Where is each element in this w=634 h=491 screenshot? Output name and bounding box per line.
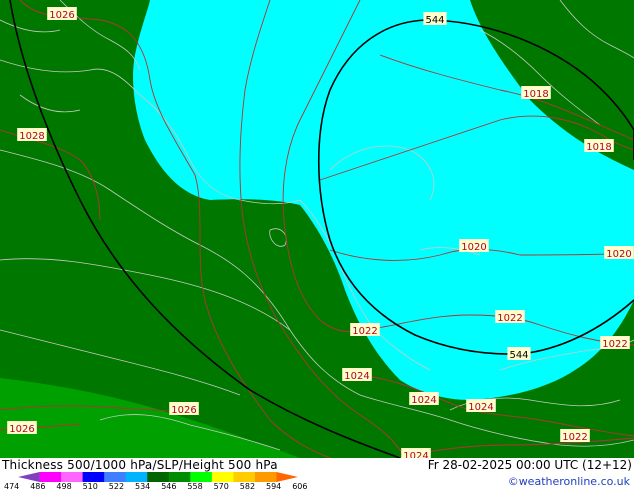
- isobar-label: 1028: [17, 128, 47, 142]
- svg-text:1024: 1024: [411, 395, 436, 406]
- svg-text:1022: 1022: [497, 313, 522, 324]
- isobar-label: 1024: [342, 368, 372, 382]
- svg-text:1026: 1026: [49, 10, 74, 21]
- map-footer: Thickness 500/1000 hPa/SLP/Height 500 hP…: [0, 458, 634, 491]
- svg-text:1020: 1020: [606, 249, 631, 260]
- credit-link[interactable]: ©weatheronline.co.uk: [508, 475, 630, 488]
- colorbar-segment: [125, 472, 148, 482]
- colorbar-segment: [233, 472, 256, 482]
- isobar-label: 1024: [466, 399, 496, 413]
- isobar-label: 1022: [495, 310, 525, 324]
- svg-text:1026: 1026: [171, 405, 196, 416]
- svg-text:1020: 1020: [461, 242, 486, 253]
- thickness-colorbar: [18, 472, 298, 482]
- colorbar-segment: [254, 472, 277, 482]
- svg-text:1022: 1022: [562, 432, 587, 443]
- svg-text:1026: 1026: [9, 424, 34, 435]
- isobar-label: 1022: [600, 336, 630, 350]
- isobar-label: 1026: [47, 7, 77, 21]
- isobar-label: 1022: [560, 429, 590, 443]
- height-label: 544: [507, 347, 531, 361]
- isobar-label: 1018: [521, 86, 551, 100]
- svg-text:1018: 1018: [523, 89, 548, 100]
- svg-text:1022: 1022: [352, 326, 377, 337]
- svg-text:1018: 1018: [586, 142, 611, 153]
- map-title: Thickness 500/1000 hPa/SLP/Height 500 hP…: [2, 458, 278, 472]
- isobar-label: 1018: [584, 139, 614, 153]
- isobar-label: 1026: [7, 421, 37, 435]
- isobar-label: 1026: [169, 402, 199, 416]
- isobar-label: 1022: [350, 323, 380, 337]
- isobar-label: 1020: [604, 246, 634, 260]
- colorbar-segment: [104, 472, 127, 482]
- svg-text:1024: 1024: [468, 402, 493, 413]
- colorbar-segment: [39, 472, 62, 482]
- svg-text:544: 544: [509, 350, 528, 361]
- weather-map: 1026 1028 1018 1018 1020 1020 1022 1022 1022 1024…: [0, 0, 634, 458]
- colorbar-segment: [82, 472, 105, 482]
- colorbar-segment: [168, 472, 191, 482]
- valid-time: Fr 28-02-2025 00:00 UTC (12+12): [427, 458, 632, 472]
- isobar-label: 1020: [459, 239, 489, 253]
- svg-text:544: 544: [425, 15, 444, 26]
- height-label: 544: [423, 12, 447, 26]
- svg-text:1022: 1022: [602, 339, 627, 350]
- colorbar-segment: [61, 472, 84, 482]
- svg-text:1024: 1024: [403, 451, 428, 458]
- map-canvas: 1026 1028 1018 1018 1020 1020 1022 1022 1022 1024…: [0, 0, 634, 458]
- colorbar-segment: [211, 472, 234, 482]
- colorbar-segment: [18, 472, 40, 482]
- colorbar-segment: [276, 472, 298, 482]
- colorbar-segment: [147, 472, 170, 482]
- isobar-label: 1024: [409, 392, 439, 406]
- svg-text:1024: 1024: [344, 371, 369, 382]
- svg-text:1028: 1028: [19, 131, 44, 142]
- colorbar-segment: [190, 472, 213, 482]
- isobar-label: 1024: [401, 448, 431, 458]
